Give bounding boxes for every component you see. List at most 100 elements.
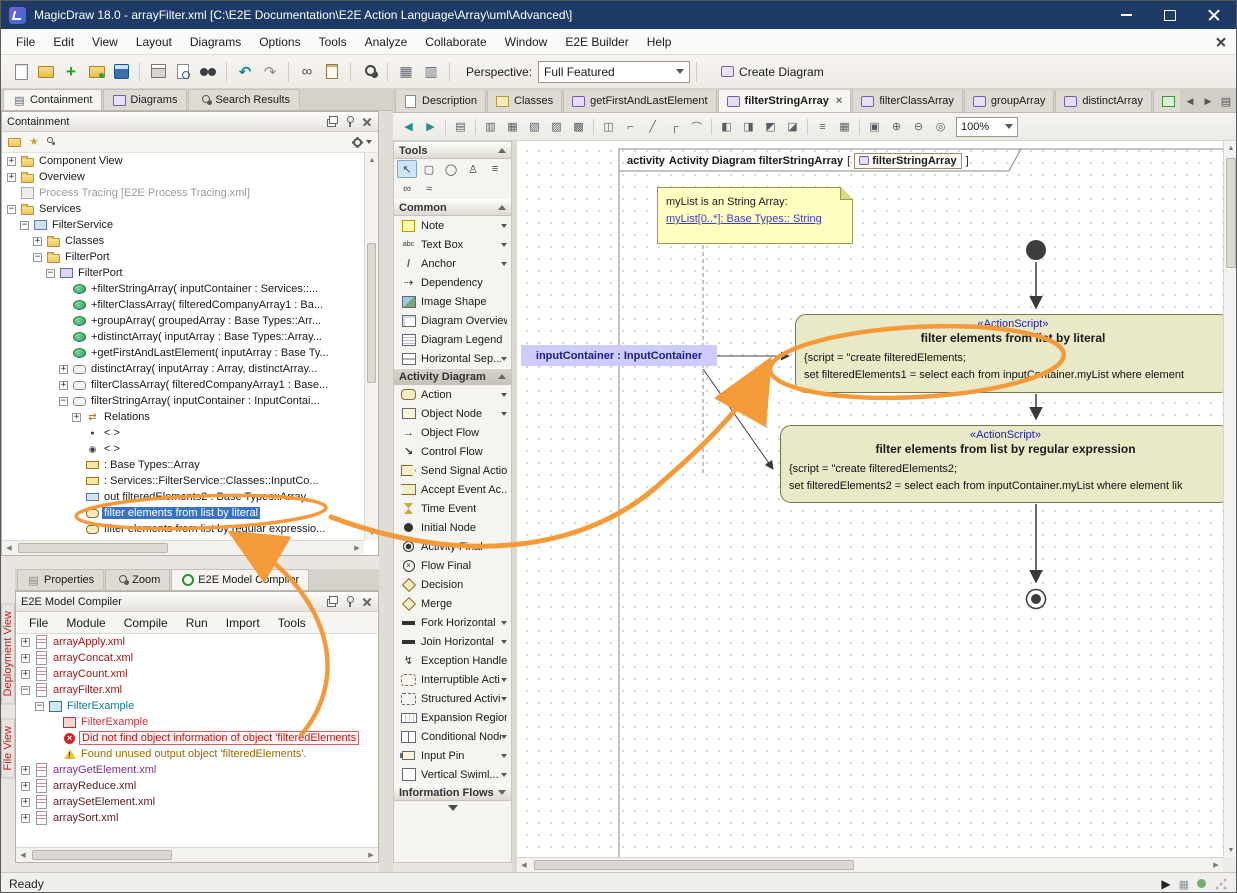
- chevron-down-icon[interactable]: [501, 754, 507, 758]
- containment-tree-item[interactable]: +groupArray( groupedArray : Base Types::…: [3, 313, 363, 329]
- palette-item-structured-activi[interactable]: Structured Activi...: [394, 689, 511, 708]
- palette-item-object-flow[interactable]: Object Flow: [394, 423, 511, 442]
- find-icon[interactable]: [196, 60, 220, 84]
- palette-item-merge[interactable]: Merge: [394, 594, 511, 613]
- menu-item-edit[interactable]: Edit: [44, 31, 83, 53]
- compiler-tree-item[interactable]: FilterExample: [17, 714, 377, 730]
- tree-expander-icon[interactable]: −: [59, 397, 68, 406]
- compiler-tree-item[interactable]: Did not find object information of objec…: [17, 730, 377, 746]
- add-project-icon[interactable]: [59, 60, 83, 84]
- tree-expander-icon[interactable]: −: [33, 253, 42, 262]
- chevron-down-icon[interactable]: [501, 262, 507, 266]
- tree-expander-icon[interactable]: +: [59, 381, 68, 390]
- containment-tree-item[interactable]: −filterStringArray( inputContainer : Inp…: [3, 393, 363, 409]
- palette-item-text-box[interactable]: Text Box: [394, 235, 511, 254]
- containment-tree-item[interactable]: filter elements from list by literal: [3, 505, 363, 521]
- open-module-icon[interactable]: [84, 60, 108, 84]
- palette-item-diagram-legend[interactable]: Diagram Legend: [394, 330, 511, 349]
- palette-item-expansion-region[interactable]: Expansion Region: [394, 708, 511, 727]
- scroll-down-icon[interactable]: [1224, 843, 1237, 857]
- vertical-splitter[interactable]: [379, 111, 393, 872]
- layout-icon[interactable]: [419, 60, 443, 84]
- dock-tab-zoom[interactable]: Zoom: [105, 569, 170, 590]
- containment-tree-item[interactable]: −FilterService: [3, 217, 363, 233]
- oblique-path-icon[interactable]: ╱: [642, 116, 663, 137]
- scroll-left-icon[interactable]: [517, 858, 531, 872]
- tree-expander-icon[interactable]: +: [59, 365, 68, 374]
- palette-item-send-signal-action[interactable]: Send Signal Action: [394, 461, 511, 480]
- chevron-down-icon[interactable]: [501, 678, 507, 682]
- palette-item-anchor[interactable]: Anchor: [394, 254, 511, 273]
- scrollbar-thumb[interactable]: [18, 543, 168, 553]
- menu-item-options[interactable]: Options: [250, 31, 309, 53]
- tree-expander-icon[interactable]: +: [21, 782, 30, 791]
- rect-path-icon[interactable]: ⌐: [620, 116, 641, 137]
- object-node-label[interactable]: inputContainer : InputContainer: [521, 345, 717, 366]
- chevron-down-icon[interactable]: [501, 621, 507, 625]
- palette-item-initial-node[interactable]: Initial Node: [394, 518, 511, 537]
- scroll-down-icon[interactable]: [365, 526, 379, 540]
- tree-expander-icon[interactable]: −: [35, 702, 44, 711]
- scroll-up-icon[interactable]: [365, 153, 379, 167]
- link-tool-icon[interactable]: ∞: [397, 180, 417, 198]
- tree-expander-icon[interactable]: +: [21, 654, 30, 663]
- forward-icon[interactable]: ▶: [420, 116, 441, 137]
- menu-item-file[interactable]: File: [7, 31, 44, 53]
- print-preview-icon[interactable]: [171, 60, 195, 84]
- minimize-button[interactable]: [1104, 1, 1148, 29]
- palette-item-action[interactable]: Action: [394, 385, 511, 404]
- chevron-down-icon[interactable]: [501, 697, 507, 701]
- chevron-down-icon[interactable]: [501, 393, 507, 397]
- palette-section-tools[interactable]: Tools: [394, 142, 511, 159]
- compiler-menu-import[interactable]: Import: [218, 614, 268, 632]
- containment-tree-item[interactable]: < >: [3, 425, 363, 441]
- validation-icon[interactable]: [320, 60, 344, 84]
- diagram-tab-distinctarray[interactable]: distinctArray: [1055, 90, 1152, 112]
- compiler-tree-item[interactable]: −arrayFilter.xml: [17, 682, 377, 698]
- diagram-canvas[interactable]: activity Activity Diagram filterStringAr…: [517, 141, 1237, 872]
- menu-item-e2e-builder[interactable]: E2E Builder: [556, 31, 637, 53]
- scroll-right-icon[interactable]: [350, 541, 364, 555]
- compiler-menu-run[interactable]: Run: [178, 614, 216, 632]
- containment-vertical-scrollbar[interactable]: [364, 153, 378, 540]
- side-tab-file-view[interactable]: File View: [1, 718, 15, 778]
- workspace-close-icon[interactable]: [1212, 33, 1230, 51]
- action-filter-by-literal[interactable]: «ActionScript» filter elements from list…: [795, 314, 1231, 393]
- containment-tree-item[interactable]: +distinctArray( inputArray : Array, dist…: [3, 361, 363, 377]
- containment-tree-item[interactable]: out filteredElements2 : Base Types::Arra…: [3, 489, 363, 505]
- maximize-button[interactable]: [1148, 1, 1192, 29]
- float-panel-icon[interactable]: [326, 595, 339, 608]
- new-project-icon[interactable]: [9, 60, 33, 84]
- palette-item-note[interactable]: Note: [394, 216, 511, 235]
- corner-path-icon[interactable]: ┌: [664, 116, 685, 137]
- chevron-down-icon[interactable]: [501, 224, 507, 228]
- frame-parameter[interactable]: filterStringArray: [854, 153, 961, 169]
- palette-item-input-pin[interactable]: Input Pin: [394, 746, 511, 765]
- palette-item-decision[interactable]: Decision: [394, 575, 511, 594]
- dock-tab-e2e-model-compiler[interactable]: E2E Model Compiler: [171, 569, 309, 590]
- palette-item-conditional-node[interactable]: Conditional Node: [394, 727, 511, 746]
- palette-section-information-flows[interactable]: Information Flows: [394, 784, 511, 801]
- diagram-tab-filterstringarray[interactable]: filterStringArray×: [718, 90, 852, 112]
- menu-item-diagrams[interactable]: Diagrams: [181, 31, 250, 53]
- containment-tree-item[interactable]: Process Tracing [E2E Process Tracing.xml…: [3, 185, 363, 201]
- containment-tree-item[interactable]: +filterStringArray( inputContainer : Ser…: [3, 281, 363, 297]
- tree-expander-icon[interactable]: +: [21, 638, 30, 647]
- containment-tree-item[interactable]: +Component View: [3, 153, 363, 169]
- palette-item-join-horizontal[interactable]: Join Horizontal: [394, 632, 511, 651]
- chevron-down-icon[interactable]: [501, 243, 507, 247]
- zoom-tool-icon[interactable]: [357, 60, 381, 84]
- compiler-horizontal-scrollbar[interactable]: [16, 847, 378, 862]
- effects-icon[interactable]: ◪: [782, 116, 803, 137]
- menu-item-collaborate[interactable]: Collaborate: [416, 31, 495, 53]
- palette-section-common[interactable]: Common: [394, 199, 511, 216]
- tree-expander-icon[interactable]: −: [46, 269, 55, 278]
- compiler-tree-item[interactable]: +arrayReduce.xml: [17, 778, 377, 794]
- fill-color-icon[interactable]: ◧: [716, 116, 737, 137]
- compiler-tree-item[interactable]: −FilterExample: [17, 698, 377, 714]
- close-panel-icon[interactable]: [360, 115, 373, 128]
- tree-expander-icon[interactable]: −: [20, 221, 29, 230]
- tree-expander-icon[interactable]: +: [7, 157, 16, 166]
- scrollbar-thumb[interactable]: [1226, 158, 1236, 268]
- status-notification-icon[interactable]: [1197, 879, 1206, 888]
